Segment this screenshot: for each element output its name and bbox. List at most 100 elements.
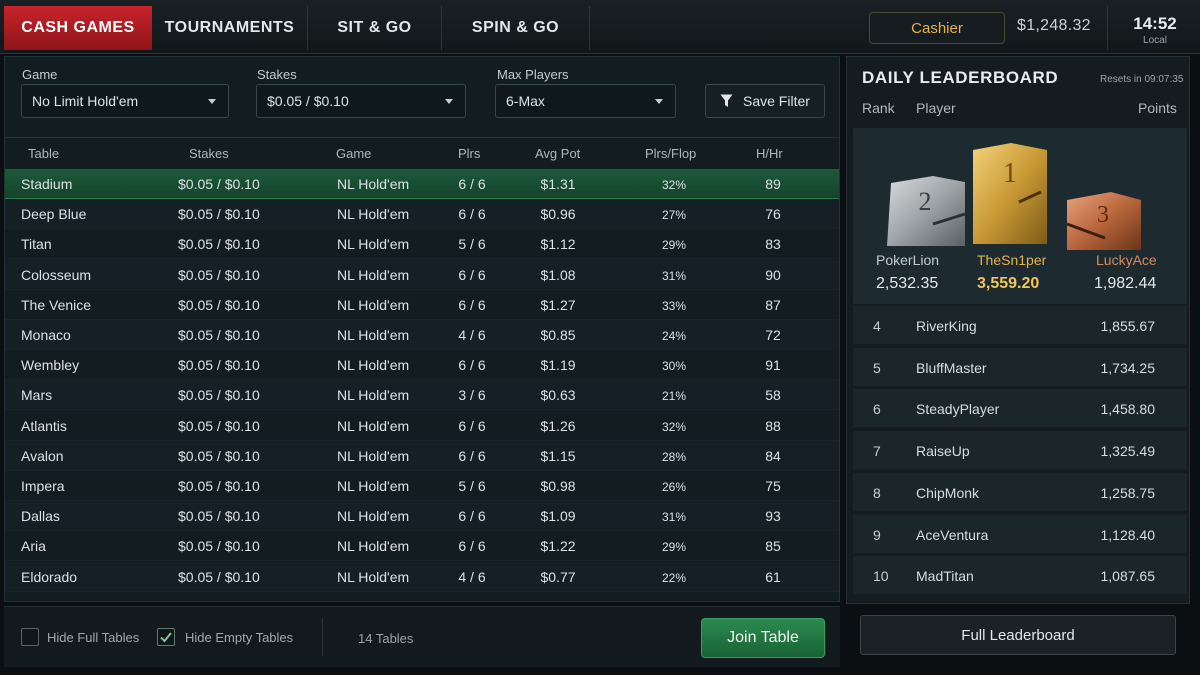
table-game: NL Hold'em (337, 568, 410, 585)
leaderboard-row[interactable]: 5 BluffMaster 1,734.25 (853, 347, 1187, 388)
leaderboard-player-name: SteadyPlayer (916, 401, 1000, 418)
table-stakes: $0.05 / $0.10 (178, 266, 260, 283)
podium-first-points: 3,559.20 (977, 275, 1040, 292)
column-header-stakes[interactable]: Stakes (189, 146, 229, 161)
hide-full-tables-checkbox[interactable] (21, 628, 39, 646)
table-row[interactable]: Avalon $0.05 / $0.10 NL Hold'em 6 / 6 $1.15 2… (5, 440, 839, 471)
leaderboard-player-name: AceVentura (916, 526, 989, 543)
table-game: NL Hold'em (337, 236, 410, 253)
hide-full-tables-label[interactable]: Hide Full Tables (47, 630, 139, 645)
clock-time: 14:52 (1133, 14, 1177, 33)
table-row[interactable]: Atlantis $0.05 / $0.10 NL Hold'em 6 / 6 $1.2… (5, 411, 839, 441)
column-header-game[interactable]: Game (336, 146, 371, 161)
table-row[interactable]: The Venice $0.05 / $0.10 NL Hold'em 6 / 6 $1… (5, 290, 839, 320)
leaderboard-row[interactable]: 4 RiverKing 1,855.67 (853, 306, 1187, 346)
table-row[interactable]: Titan $0.05 / $0.10 NL Hold'em 5 / 6 $1.12 29… (5, 229, 839, 260)
table-name: Wembley (21, 357, 80, 374)
table-row[interactable]: Eldorado $0.05 / $0.10 NL Hold'em 4 / 6 $0.7… (5, 561, 839, 592)
checkmark-icon (160, 632, 172, 643)
join-table-button[interactable]: Join Table (701, 618, 825, 658)
table-players: 3 / 6 (458, 387, 486, 404)
save-filter-button[interactable]: Save Filter (705, 84, 825, 118)
leaderboard-row[interactable]: 9 AceVentura 1,128.40 (853, 514, 1187, 555)
table-players-per-flop: 31% (661, 510, 687, 525)
max-players-select[interactable]: 6-Max (495, 84, 676, 118)
game-select[interactable]: No Limit Hold'em (21, 84, 229, 118)
full-leaderboard-button[interactable]: Full Leaderboard (860, 615, 1176, 655)
leaderboard-player-name: RaiseUp (916, 443, 970, 460)
table-players-per-flop: 21% (661, 389, 687, 404)
table-stakes: $0.05 / $0.10 (178, 357, 260, 374)
tab-tournaments[interactable]: TOURNAMENTS (152, 6, 308, 50)
table-game: NL Hold'em (337, 176, 410, 192)
leaderboard-points: 1,325.49 (1100, 443, 1156, 460)
tables-header-row: Table Stakes Game Plrs Avg Pot Plrs/Flop… (5, 137, 839, 167)
column-header-table[interactable]: Table (28, 146, 59, 161)
table-name: Monaco (21, 327, 71, 343)
leaderboard-rank: 8 (873, 484, 881, 501)
table-row[interactable]: Colosseum $0.05 / $0.10 NL Hold'em 6 / 6 $1.… (5, 259, 839, 290)
leaderboard-row[interactable]: 8 ChipMonk 1,258.75 (853, 472, 1187, 513)
bottom-bar-divider (322, 618, 323, 656)
podium-third-points: 1,982.44 (1094, 275, 1157, 292)
table-players: 5 / 6 (458, 236, 486, 253)
table-row[interactable]: Aria $0.05 / $0.10 NL Hold'em 6 / 6 $1.22 29%… (5, 531, 839, 562)
table-name: The Venice (21, 296, 92, 313)
table-stakes: $0.05 / $0.10 (178, 176, 260, 192)
table-players: 6 / 6 (458, 447, 486, 464)
table-players-per-flop: 29% (661, 238, 687, 253)
table-name: Mars (21, 387, 53, 404)
stakes-select[interactable]: $0.05 / $0.10 (256, 84, 466, 118)
leaderboard-column-points: Points (1138, 100, 1177, 116)
table-row[interactable]: Deep Blue $0.05 / $0.10 NL Hold'em 6 / 6 $0.… (5, 199, 839, 230)
table-row[interactable]: Stadium $0.05 / $0.10 NL Hold'em 6 / 6 $1.31… (5, 169, 839, 199)
table-stakes: $0.05 / $0.10 (178, 417, 260, 434)
table-row[interactable]: Impera $0.05 / $0.10 NL Hold'em 5 / 6 $0.98 2… (5, 471, 839, 501)
table-hands-per-hour: 90 (765, 266, 781, 283)
table-game: NL Hold'em (337, 387, 410, 404)
leaderboard-row[interactable]: 7 RaiseUp 1,325.49 (853, 431, 1187, 472)
table-hands-per-hour: 75 (765, 478, 781, 494)
column-header-avg-pot[interactable]: Avg Pot (535, 146, 580, 161)
podium-first-name[interactable]: TheSn1per (977, 252, 1046, 268)
column-header-players-per-flop[interactable]: Plrs/Flop (645, 146, 696, 161)
leaderboard-row[interactable]: 6 SteadyPlayer 1,458.80 (853, 389, 1187, 430)
cashier-button[interactable]: Cashier (869, 12, 1005, 44)
leaderboard-rank: 6 (873, 401, 881, 418)
leaderboard-rank: 4 (873, 318, 881, 334)
table-name: Impera (21, 478, 65, 494)
table-game: NL Hold'em (337, 357, 410, 374)
stakes-select-value: $0.05 / $0.10 (267, 93, 349, 109)
table-name: Avalon (21, 447, 64, 464)
column-header-hands-per-hour[interactable]: H/Hr (756, 146, 783, 161)
table-row[interactable]: Monaco $0.05 / $0.10 NL Hold'em 4 / 6 $0.85 2… (5, 320, 839, 350)
table-row[interactable]: Dallas $0.05 / $0.10 NL Hold'em 6 / 6 $1.09 3… (5, 501, 839, 532)
tab-sit-and-go[interactable]: SIT & GO (308, 6, 442, 50)
table-game: NL Hold'em (337, 266, 410, 283)
hide-empty-tables-label[interactable]: Hide Empty Tables (185, 630, 293, 645)
leaderboard-column-player: Player (916, 100, 956, 116)
leaderboard-column-rank: Rank (862, 100, 895, 116)
leaderboard-rank: 10 (873, 568, 889, 585)
filter-icon (720, 94, 733, 107)
hide-empty-tables-checkbox[interactable] (157, 628, 175, 646)
table-name: Deep Blue (21, 206, 87, 223)
tab-cash-games[interactable]: CASH GAMES (4, 6, 152, 50)
table-stakes: $0.05 / $0.10 (178, 447, 260, 464)
table-row[interactable]: Wembley $0.05 / $0.10 NL Hold'em 6 / 6 $1.19… (5, 350, 839, 381)
podium-second-name[interactable]: PokerLion (876, 252, 939, 268)
table-hands-per-hour: 85 (765, 538, 781, 555)
table-players: 6 / 6 (458, 508, 486, 525)
podium-third-name[interactable]: LuckyAce (1096, 252, 1157, 268)
table-avg-pot: $0.85 (540, 327, 576, 343)
table-hands-per-hour: 58 (765, 387, 781, 404)
tab-spin-and-go[interactable]: SPIN & GO (442, 6, 590, 50)
table-game: NL Hold'em (337, 206, 410, 223)
table-name: Stadium (21, 176, 73, 192)
stakes-filter-label: Stakes (257, 67, 297, 82)
leaderboard-row[interactable]: 10 MadTitan 1,087.65 (853, 556, 1187, 597)
table-row[interactable]: Mars $0.05 / $0.10 NL Hold'em 3 / 6 $0.63 21%… (5, 380, 839, 411)
column-header-players[interactable]: Plrs (458, 146, 480, 161)
leaderboard-title: DAILY LEADERBOARD (862, 68, 1059, 87)
account-balance: $1,248.32 (1017, 17, 1091, 34)
